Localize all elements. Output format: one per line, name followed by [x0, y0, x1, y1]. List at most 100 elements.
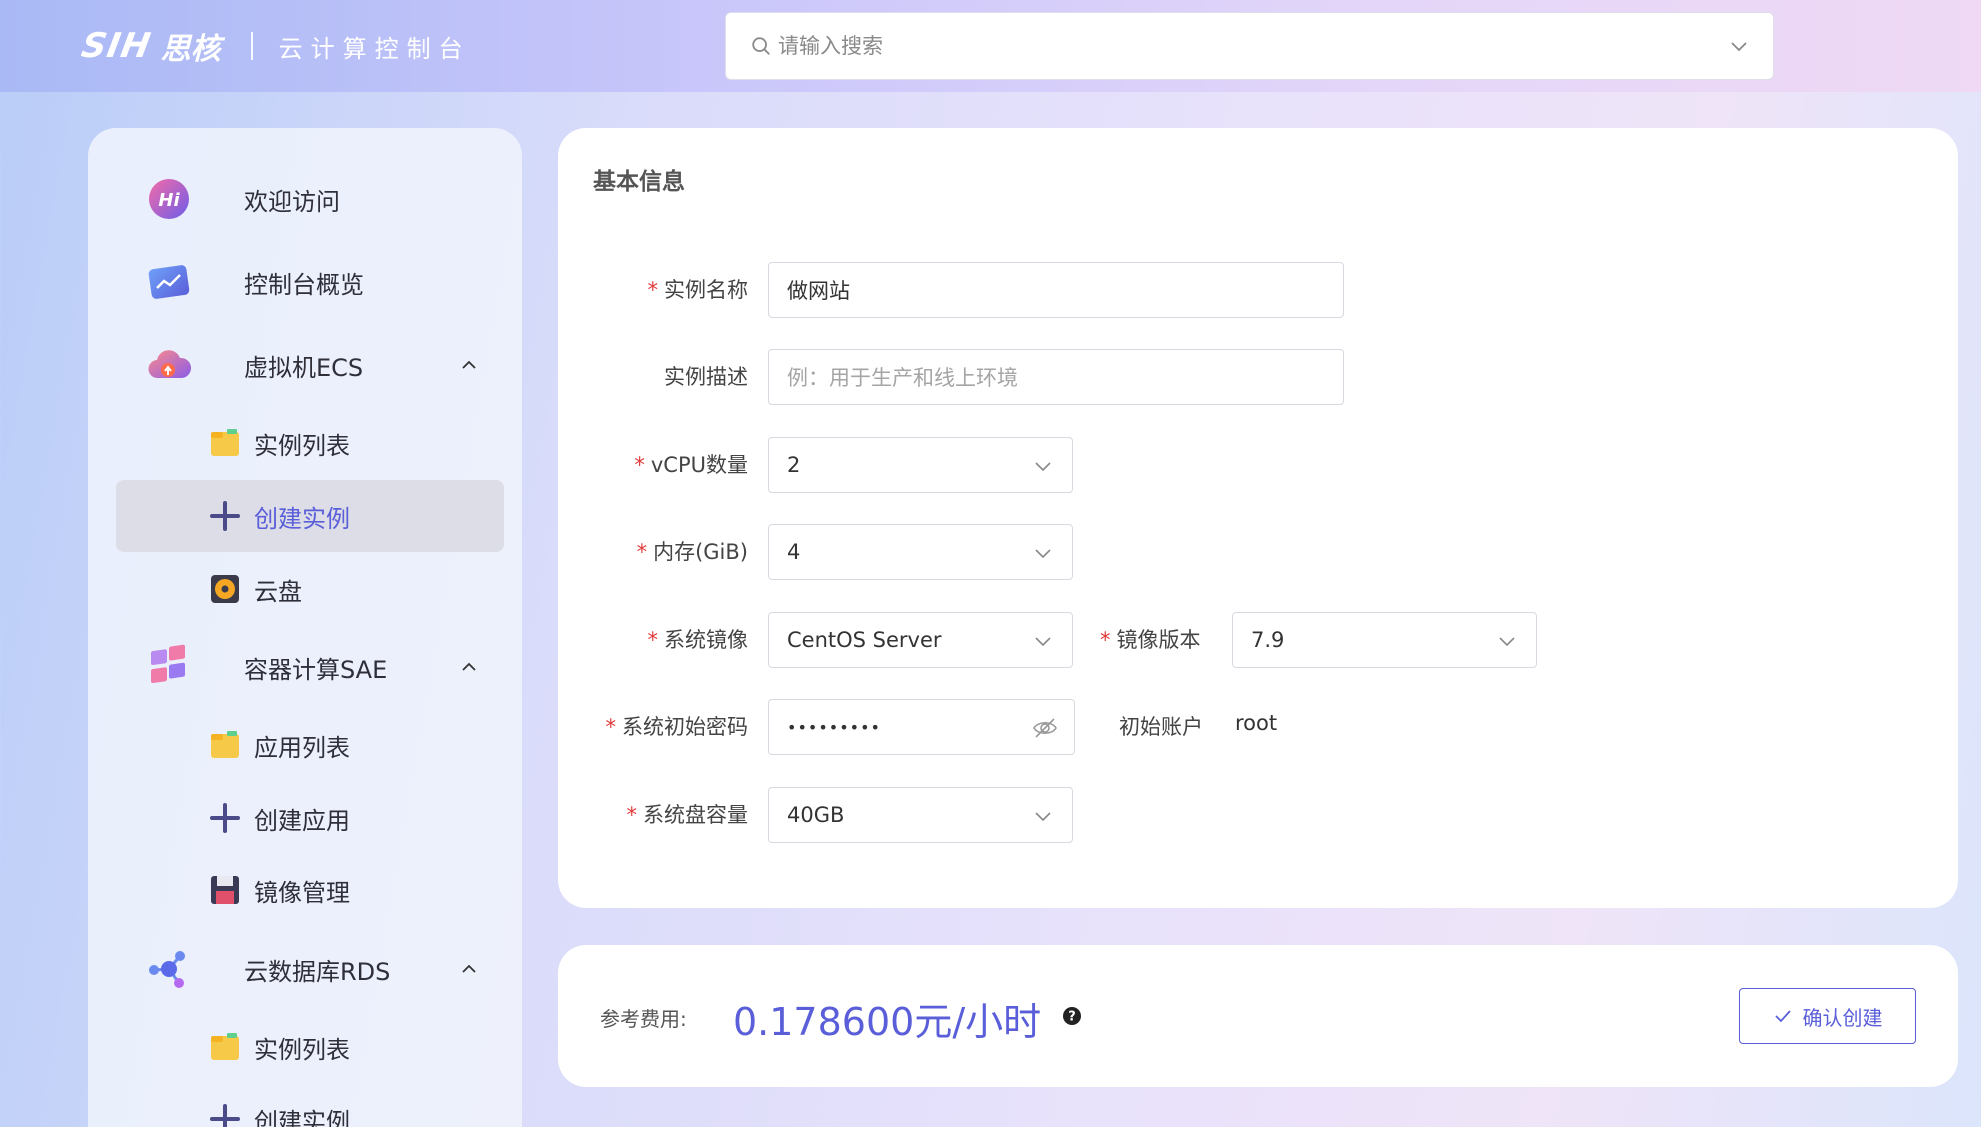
os-image-label: * 系统镜像 — [558, 624, 749, 654]
sidebar-subitem-label: 实例列表 — [254, 1035, 350, 1064]
logo-divider — [250, 32, 253, 60]
sidebar-item-label: 控制台概览 — [244, 270, 364, 299]
required-mark: * — [1100, 628, 1111, 652]
sidebar-subitem-label: 创建实例 — [254, 504, 350, 533]
instance-desc-label: 实例描述 — [664, 365, 748, 389]
sidebar-subitem-rds-create-instance[interactable]: 创建实例 — [116, 1083, 504, 1127]
fee-card: 参考费用: 0.178600元/小时 ? 确认创建 — [558, 945, 1958, 1087]
sidebar-item-overview[interactable]: 控制台概览 — [116, 246, 504, 318]
instance-name-label-text: 实例名称 — [664, 278, 748, 302]
hi-icon: Hi — [149, 179, 189, 219]
required-mark: * — [626, 803, 638, 827]
required-mark: * — [647, 278, 659, 302]
console-title: 云计算控制台 — [278, 34, 471, 63]
disk-size-value: 40GB — [787, 803, 845, 827]
chevron-down-icon — [1035, 637, 1051, 647]
instance-name-input[interactable]: 做网站 — [768, 262, 1344, 318]
sidebar-item-sae[interactable]: 容器计算SAE — [116, 631, 504, 703]
sidebar-item-label: 容器计算SAE — [244, 655, 388, 684]
chevron-up-icon[interactable] — [460, 960, 478, 978]
sidebar-nav: Hi 欢迎访问 控制台概览 虚拟机ECS 实例列表 创建实例 云盘 容器计算SA… — [88, 128, 522, 1127]
vcpu-label-text: vCPU数量 — [650, 453, 748, 477]
fee-label: 参考费用: — [600, 1007, 687, 1031]
chevron-up-icon[interactable] — [460, 658, 478, 676]
memory-select[interactable]: 4 — [768, 524, 1073, 580]
disk-icon — [211, 575, 239, 603]
plus-icon — [210, 1104, 240, 1127]
chevron-up-icon[interactable] — [460, 356, 478, 374]
sidebar-item-ecs[interactable]: 虚拟机ECS — [116, 329, 504, 401]
vcpu-value: 2 — [787, 453, 801, 477]
password-value: ••••••••• — [787, 717, 881, 737]
fee-value: 0.178600元/小时 — [733, 1000, 1042, 1044]
search-input[interactable] — [778, 34, 1729, 58]
chevron-down-icon — [1035, 462, 1051, 472]
instance-desc-input[interactable]: 例：用于生产和线上环境 — [768, 349, 1344, 405]
cloud-upload-icon — [148, 350, 192, 379]
sidebar-subitem-ecs-disk[interactable]: 云盘 — [116, 553, 504, 625]
sidebar-subitem-sae-create-app[interactable]: 创建应用 — [116, 782, 504, 854]
init-account-value: root — [1235, 711, 1278, 735]
sidebar-subitem-sae-app-list[interactable]: 应用列表 — [116, 709, 504, 781]
sidebar-item-label: 虚拟机ECS — [244, 353, 364, 382]
password-label: * 系统初始密码 — [558, 711, 749, 741]
folder-icon — [211, 1033, 239, 1060]
init-account-label: 初始账户 — [1119, 715, 1203, 739]
password-input[interactable]: ••••••••• — [768, 699, 1075, 755]
sidebar-subitem-label: 镜像管理 — [254, 878, 350, 907]
section-title: 基本信息 — [593, 169, 685, 195]
help-icon[interactable]: ? — [1062, 1006, 1082, 1026]
confirm-create-label: 确认创建 — [1802, 1005, 1883, 1030]
eye-hidden-icon[interactable] — [1032, 715, 1058, 741]
vcpu-label: * vCPU数量 — [558, 449, 748, 479]
os-image-label-text: 系统镜像 — [664, 628, 748, 652]
image-version-select[interactable]: 7.9 — [1232, 612, 1537, 668]
required-mark: * — [634, 453, 645, 477]
brand-logo[interactable]: SIH 思核 云计算控制台 — [78, 24, 471, 68]
chevron-down-icon — [1035, 549, 1051, 559]
instance-name-value: 做网站 — [787, 279, 850, 303]
disk-size-label-text: 系统盘容量 — [643, 803, 748, 827]
disk-size-select[interactable]: 40GB — [768, 787, 1073, 843]
confirm-create-button[interactable]: 确认创建 — [1739, 988, 1916, 1044]
sidebar-item-welcome[interactable]: Hi 欢迎访问 — [116, 163, 504, 235]
sidebar-item-rds[interactable]: 云数据库RDS — [116, 933, 504, 1005]
sidebar-item-label: 欢迎访问 — [244, 187, 340, 216]
folder-icon — [211, 731, 239, 758]
check-icon — [1774, 1010, 1791, 1023]
database-network-icon — [149, 951, 185, 988]
image-version-label: * 镜像版本 — [1100, 624, 1220, 654]
top-header: SIH 思核 云计算控制台 — [0, 0, 1981, 92]
required-mark: * — [647, 628, 659, 652]
required-mark: * — [605, 715, 617, 739]
sidebar-item-label: 云数据库RDS — [244, 957, 391, 986]
dashboard-icon — [148, 265, 190, 299]
sidebar-subitem-label: 云盘 — [254, 577, 302, 606]
svg-text:?: ? — [1068, 1010, 1076, 1025]
sidebar-subitem-ecs-instance-list[interactable]: 实例列表 — [116, 407, 504, 479]
os-image-value: CentOS Server — [787, 628, 942, 652]
image-version-label-text: 镜像版本 — [1116, 628, 1201, 652]
sidebar-subitem-label: 创建应用 — [254, 806, 350, 835]
memory-label-text: 内存(GiB) — [653, 540, 748, 564]
image-version-value: 7.9 — [1251, 628, 1285, 652]
sidebar-subitem-label: 创建实例 — [254, 1107, 350, 1127]
password-label-text: 系统初始密码 — [622, 715, 748, 739]
floppy-icon — [211, 876, 239, 904]
plus-icon — [210, 803, 240, 833]
sidebar-subitem-label: 应用列表 — [254, 733, 350, 762]
sidebar-subitem-rds-instance-list[interactable]: 实例列表 — [116, 1011, 504, 1083]
logo-brand-name: 思核 — [160, 32, 221, 67]
vcpu-select[interactable]: 2 — [768, 437, 1073, 493]
basic-info-card: 基本信息 * 实例名称 做网站 实例描述 例：用于生产和线上环境 * vCPU数量 … — [558, 128, 1958, 908]
sidebar-subitem-label: 实例列表 — [254, 431, 350, 460]
memory-value: 4 — [787, 540, 801, 564]
os-image-select[interactable]: CentOS Server — [768, 612, 1073, 668]
sidebar-subitem-sae-image-management[interactable]: 镜像管理 — [116, 854, 504, 926]
sidebar-subitem-ecs-create-instance[interactable]: 创建实例 — [116, 480, 504, 552]
global-search[interactable] — [725, 12, 1774, 80]
logo-mark: SIH — [78, 26, 155, 66]
instance-desc-placeholder: 例：用于生产和线上环境 — [787, 366, 1018, 390]
disk-size-label: * 系统盘容量 — [558, 799, 749, 829]
chevron-down-icon[interactable] — [1729, 36, 1749, 56]
